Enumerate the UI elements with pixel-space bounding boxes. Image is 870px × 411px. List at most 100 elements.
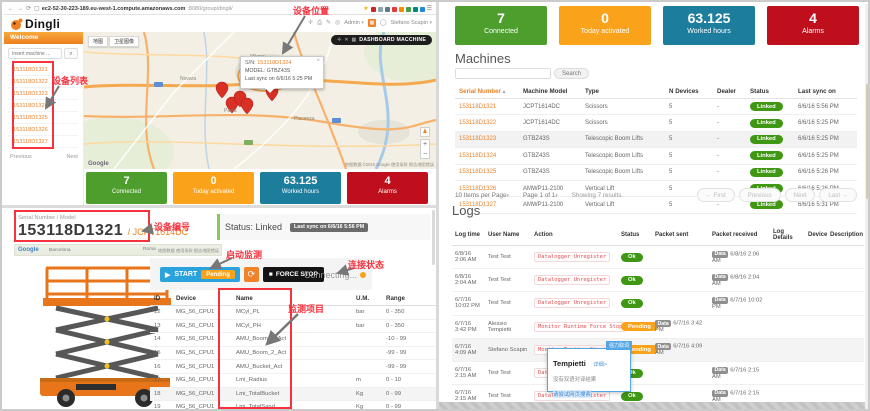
data-badge[interactable]: Data [712, 274, 728, 281]
map-button[interactable]: 地图 [88, 36, 108, 47]
machine-serial-link[interactable]: 153118D1324 [455, 148, 519, 164]
column-header[interactable]: User Name [485, 225, 531, 246]
machine-row[interactable]: 153118D1323 GTBZ43S Telescopic Boom Lift… [455, 131, 857, 147]
scrollbar-thumb[interactable] [432, 210, 435, 265]
scrollbar-thumb[interactable] [866, 84, 869, 199]
page-select[interactable]: Page 1 of 1▾ [523, 192, 558, 199]
next-page-button[interactable]: Next [785, 188, 816, 202]
machine-list-item[interactable]: 153118D1325 [8, 112, 78, 124]
browser-forward-icon[interactable]: → [17, 6, 23, 12]
data-badge[interactable]: Data [712, 251, 728, 258]
column-header[interactable]: Log Details [770, 225, 805, 246]
bookmark-star-icon[interactable]: ★ [363, 6, 368, 12]
monitored-item-row[interactable]: 18 MG_56_CPU1 Lmi_TotalBucket Kg 0 - 99 [150, 387, 436, 401]
previous-page-button[interactable]: Previous [739, 188, 781, 202]
machine-serial-link[interactable]: 153118D1322 [455, 115, 519, 131]
machine-list-item[interactable]: 153118D1326 [8, 124, 78, 136]
zoom-out-button[interactable]: − [423, 151, 427, 158]
close-icon[interactable]: ✕ [344, 38, 348, 43]
log-row[interactable]: 6/7/16 2:15 AM Test Test Datalogger Unre… [452, 361, 864, 384]
browser-menu-icon[interactable]: ☰ [427, 6, 432, 12]
extension-icon[interactable] [406, 7, 411, 12]
dingli-logo[interactable]: Dingli [10, 17, 60, 31]
machine-list-item[interactable]: 153118D1324 [8, 100, 78, 112]
infowindow-close-icon[interactable]: × [316, 58, 320, 64]
log-row[interactable]: 6/7/16 3:42 PM Alessio Tempietti Monitor… [452, 315, 864, 338]
refresh-button[interactable]: ⟳ [244, 267, 259, 282]
machine-row[interactable]: 153118D1321 JCPT1614DC Scissors 5 - Link… [455, 99, 857, 115]
popup-corner-tag[interactable]: 强力取词 [606, 341, 632, 350]
machine-row[interactable]: 153118D1325 GTBZ43S Telescopic Boom Lift… [455, 164, 857, 180]
column-header[interactable]: Machine Model [519, 84, 581, 99]
satellite-button[interactable]: 卫星图像 [109, 36, 139, 47]
machines-search-input[interactable] [455, 68, 551, 79]
column-header[interactable]: Packet received [709, 225, 770, 246]
machine-list-item[interactable]: 153118D1327 [8, 136, 78, 148]
infowindow-sn-link[interactable]: 153118D1324 [257, 60, 291, 66]
machine-serial-link[interactable]: 153118D1323 [455, 131, 519, 147]
popup-more-link[interactable]: 详细> [593, 362, 607, 368]
column-header[interactable]: Last sync on [794, 84, 857, 99]
pegman-icon[interactable]: ♟ [420, 127, 430, 137]
popup-search-link[interactable]: 请尝试网页搜索 [553, 390, 591, 398]
column-header[interactable]: Status [746, 84, 794, 99]
extension-icon[interactable] [399, 7, 404, 12]
extension-icon[interactable] [392, 7, 397, 12]
data-badge[interactable]: Data [712, 390, 728, 397]
browser-refresh-icon[interactable]: ⟳ [26, 6, 31, 12]
machine-search-input[interactable] [8, 48, 62, 59]
data-badge[interactable]: Data [712, 367, 728, 374]
monitored-item-row[interactable]: 16 MG_56_CPU1 AMU_Bucket_Act -99 - 99 [150, 360, 436, 374]
move-icon[interactable]: ✛ [337, 38, 341, 43]
machine-list-item[interactable]: 153118D1323 [8, 88, 78, 100]
column-header[interactable]: Device [805, 225, 827, 246]
extension-icon[interactable] [371, 7, 376, 12]
dashboard-map[interactable]: 地图 卫星图像 ✛ ✕ ▦ DASHBOARD MACCHINE NovaraM… [84, 32, 436, 169]
last-page-button[interactable]: Last → [819, 188, 857, 202]
column-header[interactable]: U.M. [352, 292, 382, 306]
column-header[interactable]: Device [172, 292, 232, 306]
log-row[interactable]: 6/8/16 2:06 AM Test Test Datalogger Unre… [452, 246, 864, 269]
serial-column-header[interactable]: Serial Number ▴ [455, 84, 519, 99]
machine-row[interactable]: 153118D1324 GTBZ43S Telescopic Boom Lift… [455, 148, 857, 164]
browser-back-icon[interactable]: ← [8, 6, 14, 12]
column-header[interactable]: Type [581, 84, 665, 99]
machine-serial-link[interactable]: 153118D1321 [455, 99, 519, 115]
add-icon[interactable]: ✛ [308, 20, 313, 26]
monitored-item-row[interactable]: 14 MG_56_CPU1 AMU_Boom_1_Act -10 - 99 [150, 333, 436, 347]
target-icon[interactable]: ◎ [335, 20, 340, 26]
data-badge[interactable]: Data [655, 320, 671, 327]
column-header[interactable]: Status [618, 225, 652, 246]
monitored-item-row[interactable]: 17 MG_56_CPU1 Lmi_Radius m 0 - 10 [150, 373, 436, 387]
column-header[interactable]: Dealer [713, 84, 746, 99]
column-header[interactable]: Description [827, 225, 864, 246]
admin-menu[interactable]: Admin ▾ [344, 20, 364, 26]
edit-icon[interactable]: ✎ [326, 20, 331, 26]
notification-badge[interactable]: ▦ [368, 19, 376, 27]
zoom-in-button[interactable]: + [423, 141, 427, 148]
start-button[interactable]: ▶ START Pending [160, 267, 240, 282]
machine-row[interactable]: 153118D1322 JCPT1614DC Scissors 5 - Link… [455, 115, 857, 131]
log-row[interactable]: 6/8/16 2:04 AM Test Test Datalogger Unre… [452, 269, 864, 292]
map-strip-links[interactable]: 地图数据 使用条款 报告地图错误 [158, 248, 219, 254]
data-badge[interactable]: Data [655, 343, 671, 350]
data-badge[interactable]: Data [712, 297, 728, 304]
monitored-item-row[interactable]: 13 MG_56_CPU1 MCyl_PH bar 0 - 350 [150, 319, 436, 333]
items-per-page-select[interactable]: 10 Items per Page▾ [455, 192, 509, 199]
search-button[interactable]: ⌕ [64, 48, 78, 59]
previous-link[interactable]: Previous [10, 154, 32, 160]
machines-search-button[interactable]: Search [554, 68, 589, 79]
column-header[interactable]: Range [382, 292, 436, 306]
address-bar[interactable]: ▢ ec2-52-30-223-189.eu-west-1.compute.am… [34, 6, 233, 12]
log-row[interactable]: 6/7/16 10:02 PM Test Test Datalogger Unr… [452, 292, 864, 315]
extension-icon[interactable] [385, 7, 390, 12]
extension-icon[interactable] [378, 7, 383, 12]
monitored-item-row[interactable]: 15 MG_56_CPU1 AMU_Boom_2_Act -99 - 99 [150, 346, 436, 360]
column-header[interactable]: Log time [452, 225, 485, 246]
column-header[interactable]: Packet sent [652, 225, 709, 246]
log-row[interactable]: 6/7/16 4:09 AM Stefano Scapin Monitor Ru… [452, 338, 864, 361]
next-link[interactable]: Next [66, 154, 78, 160]
column-header[interactable]: Action [531, 225, 618, 246]
extension-icon[interactable] [420, 7, 425, 12]
dashboard-panel-badge[interactable]: ✛ ✕ ▦ DASHBOARD MACCHINE [331, 35, 432, 45]
